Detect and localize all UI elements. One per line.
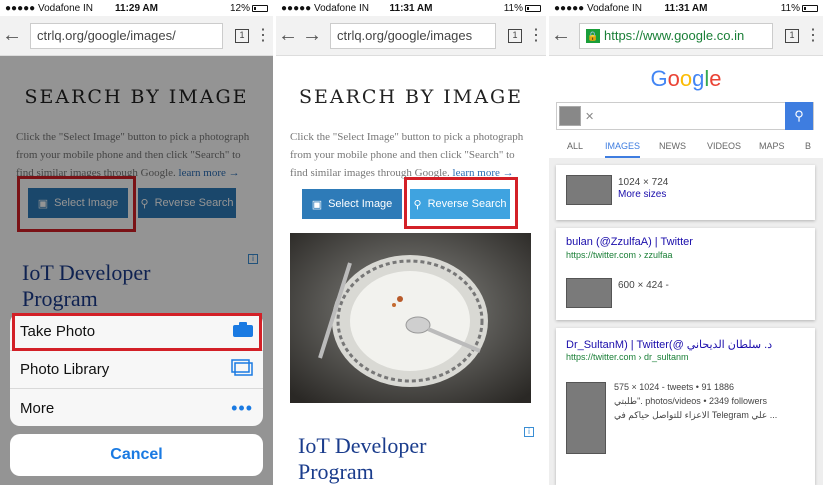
tabs-count-button[interactable]: 1 <box>235 28 249 43</box>
query-image-thumbnail <box>559 106 581 126</box>
select-image-label: Select Image <box>328 198 393 210</box>
clock: 11:31 AM <box>664 2 708 14</box>
back-arrow-icon[interactable]: ← <box>276 24 300 47</box>
overflow-menu-icon[interactable]: ⋮ <box>255 27 271 43</box>
result-card-2[interactable]: bulan (@ZzulfaA) | Twitter https://twitt… <box>556 228 815 320</box>
address-bar[interactable]: 🔒 https://www.google.co.in <box>579 22 773 49</box>
result-url: https://twitter.com › zzulfaa <box>566 250 673 260</box>
ad-line-2: Program <box>298 459 374 484</box>
tab-news[interactable]: NEWS <box>659 141 686 151</box>
overflow-menu-icon[interactable]: ⋮ <box>528 27 544 43</box>
result-thumbnail <box>566 278 612 308</box>
photo-library-icon <box>231 359 253 380</box>
tabs-count-button[interactable]: 1 <box>508 28 522 43</box>
take-photo-highlight <box>12 313 262 351</box>
cancel-button[interactable]: Cancel <box>10 434 263 476</box>
select-image-button[interactable]: ▣ Select Image <box>302 189 402 219</box>
forward-arrow-icon[interactable]: → <box>300 24 324 47</box>
search-tabs: ALL IMAGES NEWS VIDEOS MAPS B <box>549 134 823 158</box>
result-card-3[interactable]: Dr_SultanM) | Twitter(@ د. سلطان الديحان… <box>556 328 815 485</box>
ad-info-icon[interactable]: i <box>524 427 534 437</box>
tab-images[interactable]: IMAGES <box>605 141 641 158</box>
plate-image <box>290 233 531 403</box>
result-title[interactable]: bulan (@ZzulfaA) | Twitter <box>566 236 693 248</box>
back-arrow-icon[interactable]: ← <box>549 24 573 47</box>
result-thumbnail <box>566 175 612 205</box>
photo-library-label: Photo Library <box>20 361 110 378</box>
browser-toolbar: ← 🔒 https://www.google.co.in 1 ⋮ <box>549 16 823 56</box>
result-meta-3: الاعزاء للتواصل حياكم في Telegram علي ..… <box>614 410 778 420</box>
selected-photo <box>290 233 531 403</box>
back-arrow-icon[interactable]: ← <box>0 24 24 47</box>
more-dots-icon: ••• <box>231 397 253 418</box>
phone-screen-1: ●●●●● Vodafone IN 11:29 AM 12% ← ctrlq.o… <box>0 0 273 485</box>
tab-maps[interactable]: MAPS <box>759 141 785 151</box>
page-title: SEARCH BY IMAGE <box>299 86 523 108</box>
tab-all[interactable]: ALL <box>567 141 583 151</box>
clock: 11:29 AM <box>115 2 158 14</box>
more-label: More <box>20 399 55 417</box>
url-text: ctrlq.org/google/images <box>337 28 473 43</box>
more-sizes-link[interactable]: More sizes <box>618 189 666 200</box>
search-box[interactable]: ✕ ⚲ <box>556 102 814 130</box>
result-meta-2: طلبتي". photos/videos • 2349 followers <box>614 396 767 406</box>
photo-library-option[interactable]: Photo Library <box>10 351 263 389</box>
browser-toolbar: ← ctrlq.org/google/images/ 1 ⋮ <box>0 16 273 56</box>
url-text: ctrlq.org/google/images/ <box>37 28 176 43</box>
tabs-count-button[interactable]: 1 <box>785 28 799 43</box>
battery-icon <box>252 4 268 12</box>
tab-more[interactable]: B <box>805 141 811 151</box>
status-bar: ●●●●● Vodafone IN 11:31 AM 11% <box>276 0 546 16</box>
search-icon[interactable]: ⚲ <box>785 102 813 130</box>
address-bar[interactable]: ctrlq.org/google/images <box>330 22 496 49</box>
status-bar: ●●●●● Vodafone IN 11:31 AM 11% <box>549 0 823 16</box>
reverse-search-highlight <box>404 177 518 229</box>
phone-screen-2: ●●●●● Vodafone IN 11:31 AM 11% ← → ctrlq… <box>276 0 546 485</box>
result-thumbnail <box>566 382 606 454</box>
tab-videos[interactable]: VIDEOS <box>707 141 741 151</box>
browser-toolbar: ← → ctrlq.org/google/images 1 ⋮ <box>276 16 546 56</box>
overflow-menu-icon[interactable]: ⋮ <box>805 27 821 43</box>
image-icon: ▣ <box>311 198 323 211</box>
image-size: 600 × 424 - <box>618 280 669 291</box>
result-title[interactable]: Dr_SultanM) | Twitter(@ د. سلطان الديحان… <box>566 338 772 351</box>
result-card-1[interactable]: 1024 × 724 More sizes <box>556 165 815 220</box>
clock: 11:31 AM <box>389 2 433 14</box>
intro-paragraph: Click the "Select Image" button to pick … <box>290 128 535 182</box>
lock-icon: 🔒 <box>586 28 600 43</box>
google-logo: Google <box>650 66 722 91</box>
phone-screen-3: ●●●●● Vodafone IN 11:31 AM 11% ← 🔒 https… <box>549 0 823 485</box>
result-url: https://twitter.com › dr_sultanm <box>566 352 689 362</box>
url-text: https://www.google.co.in <box>604 28 745 43</box>
status-bar: ●●●●● Vodafone IN 11:29 AM 12% <box>0 0 273 16</box>
result-meta-1: 575 × 1024 - tweets • 91 1886 <box>614 382 734 392</box>
battery-icon <box>802 4 818 12</box>
remove-image-icon[interactable]: ✕ <box>585 110 594 123</box>
battery-icon <box>525 4 541 12</box>
address-bar[interactable]: ctrlq.org/google/images/ <box>30 22 223 49</box>
image-size: 1024 × 724 <box>618 177 669 188</box>
more-option[interactable]: More ••• <box>10 389 263 426</box>
ad-line-1: IoT Developer <box>298 433 427 458</box>
ad-banner[interactable]: IoT Developer Program <box>298 433 427 485</box>
